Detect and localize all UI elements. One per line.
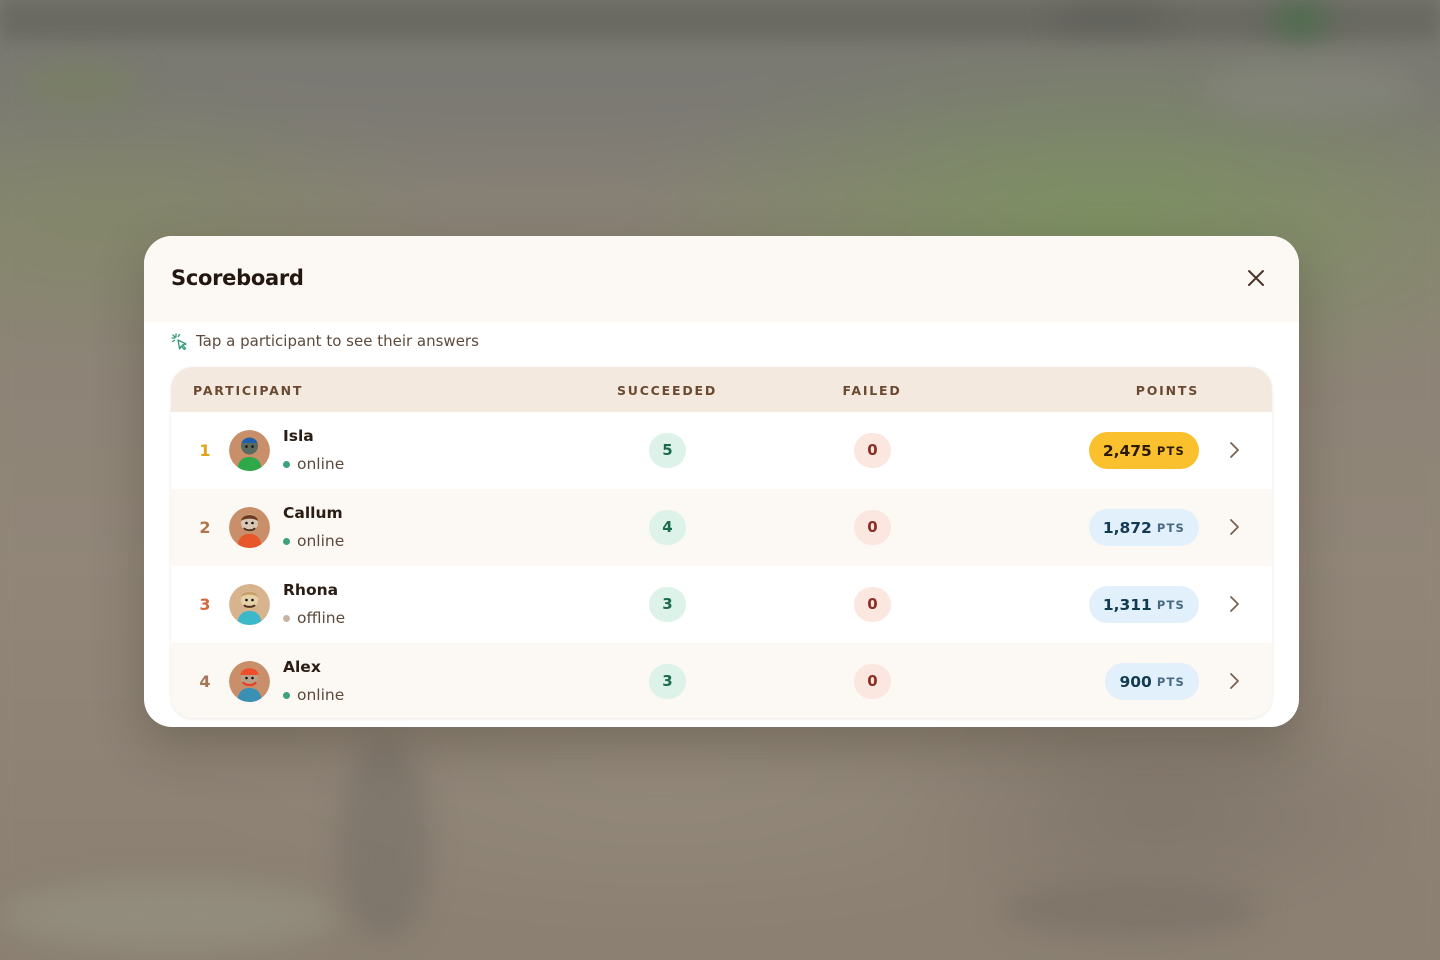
hint-label: Tap a participant to see their answers [196, 332, 479, 350]
succeeded-count: 5 [649, 433, 686, 468]
modal-header: Scoreboard [144, 236, 1299, 322]
participant-status: online [283, 455, 344, 473]
scoreboard-modal: Scoreboard Tap a participant to see thei… [144, 236, 1299, 727]
status-label: online [297, 455, 345, 473]
online-indicator [283, 537, 290, 545]
participant-status: offline [283, 609, 345, 627]
rank: 3 [199, 595, 211, 614]
participant-name: Isla [283, 427, 314, 445]
rank: 4 [199, 672, 211, 691]
failed-count: 0 [854, 510, 891, 545]
table-row[interactable]: 4 Alex online 3 0 900 PTS [171, 643, 1272, 718]
status-label: offline [297, 609, 346, 627]
status-label: online [297, 532, 345, 550]
avatar [229, 584, 270, 625]
failed-count: 0 [854, 587, 891, 622]
points-badge: 2,475 PTS [1088, 432, 1199, 469]
succeeded-count: 4 [649, 510, 686, 545]
column-header-points: POINTS [1135, 383, 1199, 398]
table-row[interactable]: 1 Isla online 5 0 2,475 PTS [171, 412, 1272, 489]
column-header-failed: FAILED [842, 383, 902, 398]
points-value: 900 [1119, 672, 1152, 691]
points-badge: 900 PTS [1105, 663, 1199, 700]
participant-name: Callum [283, 504, 343, 522]
avatar [229, 661, 270, 702]
online-indicator [283, 691, 290, 699]
column-header-participant: PARTICIPANT [193, 383, 304, 398]
table-row[interactable]: 2 Callum online 4 0 1,872 PTS [171, 489, 1272, 566]
table-header: PARTICIPANT SUCCEEDED FAILED POINTS [171, 367, 1272, 412]
chevron-right-icon[interactable] [1224, 517, 1244, 537]
points-value: 1,872 [1102, 518, 1152, 537]
offline-indicator [283, 614, 290, 622]
online-indicator [283, 460, 290, 468]
points-unit: PTS [1156, 520, 1185, 535]
succeeded-count: 3 [649, 664, 686, 699]
rank: 1 [199, 441, 211, 460]
points-unit: PTS [1156, 443, 1185, 458]
participant-name: Rhona [283, 581, 339, 599]
chevron-right-icon[interactable] [1224, 440, 1244, 460]
tap-sparkle-icon [171, 332, 187, 350]
avatar [229, 430, 270, 471]
chevron-right-icon[interactable] [1224, 671, 1244, 691]
points-value: 1,311 [1102, 595, 1152, 614]
scoreboard-table: PARTICIPANT SUCCEEDED FAILED POINTS 1 Is… [171, 367, 1272, 718]
close-button[interactable] [1243, 265, 1269, 291]
hint-text: Tap a participant to see their answers [171, 332, 479, 350]
modal-title: Scoreboard [171, 266, 304, 290]
failed-count: 0 [854, 664, 891, 699]
participant-status: online [283, 686, 344, 704]
close-icon [1248, 270, 1264, 286]
avatar [229, 507, 270, 548]
failed-count: 0 [854, 433, 891, 468]
points-badge: 1,311 PTS [1088, 586, 1199, 623]
participant-name: Alex [283, 658, 321, 676]
table-row[interactable]: 3 Rhona offline 3 0 1,311 PTS [171, 566, 1272, 643]
rank: 2 [199, 518, 211, 537]
points-unit: PTS [1156, 674, 1185, 689]
column-header-succeeded: SUCCEEDED [616, 383, 718, 398]
chevron-right-icon[interactable] [1224, 594, 1244, 614]
participant-status: online [283, 532, 344, 550]
succeeded-count: 3 [649, 587, 686, 622]
points-value: 2,475 [1102, 441, 1152, 460]
points-badge: 1,872 PTS [1088, 509, 1199, 546]
points-unit: PTS [1156, 597, 1185, 612]
status-label: online [297, 686, 345, 704]
